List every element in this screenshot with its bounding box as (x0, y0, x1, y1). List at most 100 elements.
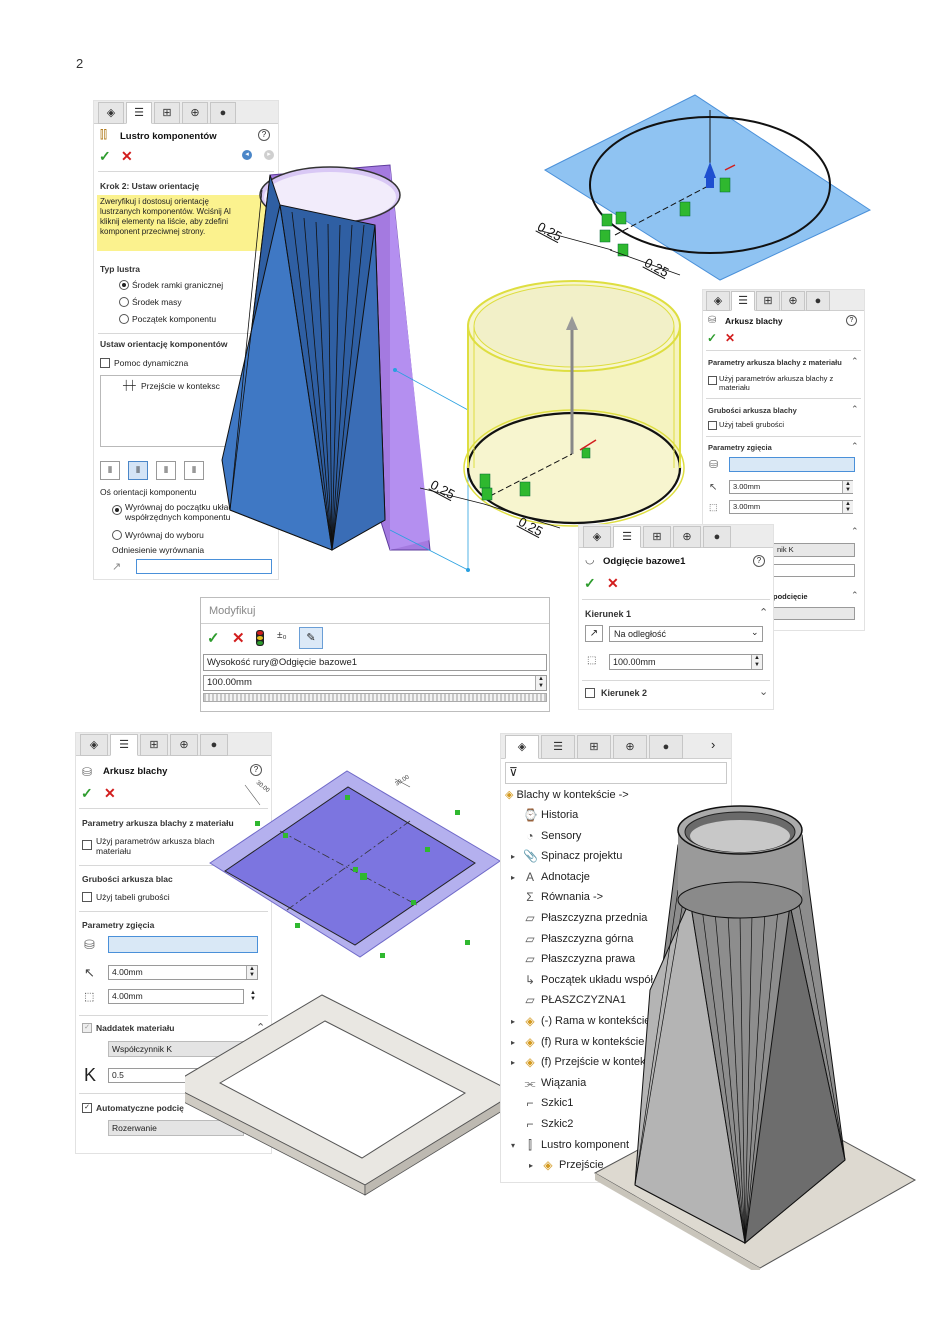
top-plane-sketch (537, 94, 872, 281)
tab-property-manager[interactable]: ☰ (613, 526, 641, 548)
ok-button[interactable]: ✓ (81, 785, 93, 802)
back-button[interactable]: ◂ (242, 150, 252, 160)
help-icon[interactable]: ? (258, 129, 270, 141)
cancel-button[interactable]: ✕ (725, 331, 735, 345)
bend-radius-spinner[interactable]: ▲ ▼ (842, 481, 853, 493)
collapse-chevron-icon[interactable]: ⌃ (851, 590, 859, 601)
tab-dimxpert[interactable]: ⊕ (673, 526, 701, 548)
ok-button[interactable]: ✓ (707, 331, 717, 345)
tab-display-manager[interactable]: ● (200, 734, 228, 756)
tab-display-manager[interactable]: ● (210, 102, 236, 124)
allowance-checkbox[interactable]: ✓ (82, 1023, 92, 1033)
expand-arrow-icon[interactable]: ▸ (511, 1033, 523, 1053)
radio-bbox-center[interactable] (119, 280, 129, 290)
tab-display-manager[interactable]: ● (806, 291, 830, 311)
tab-dimxpert[interactable]: ⊕ (613, 735, 647, 759)
tree-item[interactable]: ⫘ Wiązania (511, 1073, 587, 1093)
next-button[interactable]: ▸ (264, 150, 274, 160)
help-icon[interactable]: ? (753, 555, 765, 567)
auto-relief-checkbox[interactable]: ✓ (82, 1103, 92, 1113)
fixed-face-field[interactable] (729, 457, 855, 472)
distance-spinner[interactable]: ▲ ▼ (751, 655, 762, 669)
tab-config-manager[interactable]: ⊞ (643, 526, 671, 548)
expand-arrow-icon[interactable]: ▸ (511, 1053, 523, 1073)
cancel-button[interactable]: ✕ (607, 575, 619, 592)
dimension-value-input[interactable]: 100.00mm (203, 675, 547, 691)
use-material-params-checkbox[interactable] (82, 840, 92, 850)
expand-arrow-icon[interactable]: ▸ (529, 1156, 541, 1176)
tab-dimxpert[interactable]: ⊕ (170, 734, 198, 756)
k-factor-select[interactable]: nik K (773, 543, 855, 557)
radio-center-of-mass[interactable] (119, 297, 129, 307)
mark-dimension-icon[interactable]: ✎ (299, 627, 323, 649)
distance-input[interactable]: 100.00mm (609, 654, 763, 670)
collapse-chevron-icon[interactable]: ⌃ (851, 404, 859, 415)
ok-button[interactable]: ✓ (584, 575, 596, 592)
sensor-icon: ◔ (526, 828, 534, 843)
thickness-input[interactable]: 3.00mm (729, 500, 853, 514)
collapse-chevron-icon[interactable]: ⌃ (759, 606, 768, 619)
collapse-arrow-icon[interactable]: ▾ (511, 1136, 523, 1156)
tab-feature-manager[interactable]: ◈ (98, 102, 124, 124)
use-thickness-table-checkbox[interactable] (708, 421, 717, 430)
collapse-chevron-icon[interactable]: ⌃ (851, 356, 859, 367)
reset-spin-increment-icon[interactable]: ±₀ (277, 630, 287, 641)
filter-field[interactable]: ⊽ (505, 762, 727, 784)
radio-align-origin[interactable] (112, 505, 122, 515)
reverse-direction-icon[interactable]: ↗ (585, 625, 603, 642)
cancel-button[interactable]: ✕ (121, 148, 133, 165)
tab-config-manager[interactable]: ⊞ (577, 735, 611, 759)
tab-display-manager[interactable]: ● (703, 526, 731, 548)
ok-button[interactable]: ✓ (99, 148, 111, 165)
thickness-spinner[interactable]: ▲ ▼ (842, 501, 853, 513)
use-thickness-table-checkbox[interactable] (82, 892, 92, 902)
tree-item[interactable]: ◔ Sensory (511, 826, 581, 846)
tab-feature-manager[interactable]: ◈ (80, 734, 108, 756)
expand-arrow-icon[interactable]: ▸ (511, 847, 523, 867)
tab-config-manager[interactable]: ⊞ (154, 102, 180, 124)
tab-dimxpert[interactable]: ⊕ (781, 291, 805, 311)
tab-feature-manager[interactable]: ◈ (706, 291, 730, 311)
cancel-button[interactable]: ✕ (232, 629, 245, 647)
tab-property-manager[interactable]: ☰ (541, 735, 575, 759)
chevron-right-icon[interactable]: › (711, 737, 715, 752)
tree-item[interactable]: ▸ A Adnotacje (511, 867, 590, 887)
tree-item[interactable]: ⌚ Historia (511, 805, 578, 825)
tab-config-manager[interactable]: ⊞ (756, 291, 780, 311)
dimension-name-field[interactable]: Wysokość rury@Odgięcie bazowe1 (203, 654, 547, 671)
orient-btn-1-icon[interactable]: ⫴ (100, 461, 120, 480)
value-spinner[interactable]: ▲ ▼ (535, 676, 546, 690)
thumbwheel[interactable] (203, 693, 547, 702)
collapse-chevron-icon[interactable]: ⌃ (851, 441, 859, 452)
tab-property-manager[interactable]: ☰ (110, 734, 138, 756)
direction2-checkbox[interactable] (585, 688, 595, 698)
tab-feature-manager[interactable]: ◈ (583, 526, 611, 548)
expand-arrow-icon[interactable]: ▸ (511, 868, 523, 888)
tab-config-manager[interactable]: ⊞ (140, 734, 168, 756)
use-material-params-checkbox[interactable] (708, 376, 717, 385)
k-value-input[interactable] (773, 564, 855, 577)
expand-arrow-icon[interactable]: ▸ (511, 1012, 523, 1032)
relief-type-select[interactable] (773, 607, 855, 620)
rebuild-icon[interactable] (256, 630, 264, 646)
tab-property-manager[interactable]: ☰ (126, 102, 152, 124)
tree-item[interactable]: ⌐ Szkic2 (511, 1114, 573, 1134)
help-icon[interactable]: ? (846, 315, 857, 326)
tab-feature-manager[interactable]: ◈ (505, 735, 539, 759)
bend-radius-input[interactable]: 3.00mm (729, 480, 853, 494)
orient-btn-3-icon[interactable]: ⫴ (156, 461, 176, 480)
orient-btn-2-icon[interactable]: ⫴ (128, 461, 148, 480)
expand-chevron-icon[interactable]: ⌄ (759, 685, 768, 698)
end-condition-select[interactable]: Na odległość (609, 626, 763, 642)
collapse-chevron-icon[interactable]: ⌃ (851, 526, 859, 537)
panel-title: Arkusz blachy (725, 316, 783, 326)
tab-property-manager[interactable]: ☰ (731, 291, 755, 311)
ok-button[interactable]: ✓ (207, 629, 220, 647)
cancel-button[interactable]: ✕ (104, 785, 116, 802)
tab-dimxpert[interactable]: ⊕ (182, 102, 208, 124)
dynamic-help-checkbox[interactable] (100, 358, 110, 368)
radio-component-origin[interactable] (119, 314, 129, 324)
radio-align-selection[interactable] (112, 530, 122, 540)
tab-display-manager[interactable]: ● (649, 735, 683, 759)
tree-item[interactable]: ⌐ Szkic1 (511, 1093, 573, 1113)
